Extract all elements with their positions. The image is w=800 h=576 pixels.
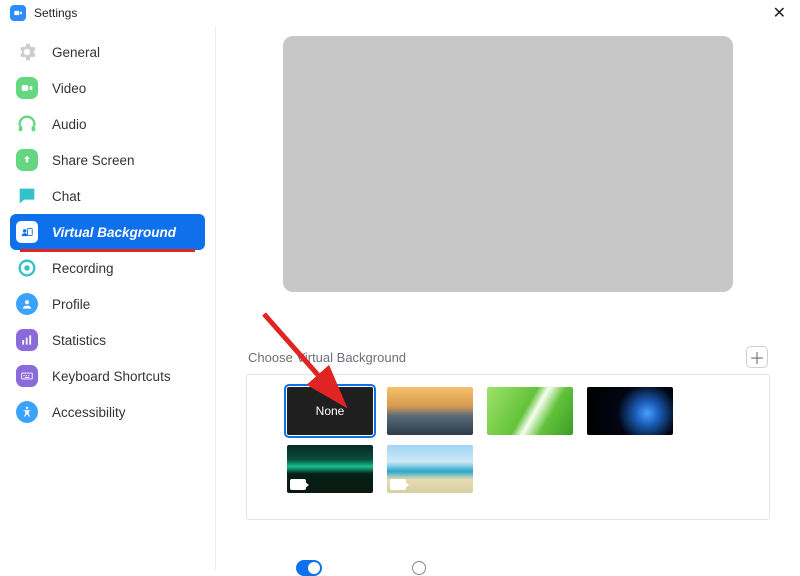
none-label: None	[316, 404, 345, 418]
toggle-switch[interactable]	[296, 560, 322, 576]
gear-icon	[16, 41, 38, 63]
section-title: Choose Virtual Background	[248, 350, 406, 365]
sidebar-item-share-screen[interactable]: Share Screen	[0, 142, 215, 178]
app-icon	[10, 5, 26, 21]
recording-icon	[16, 257, 38, 279]
background-option-grass[interactable]	[487, 387, 573, 435]
plus-icon: ＋	[749, 345, 765, 369]
headphones-icon	[16, 113, 38, 135]
sidebar: General Video Audio Share Screen Chat	[0, 26, 216, 570]
sidebar-item-label: Recording	[52, 261, 114, 276]
accessibility-icon	[16, 401, 38, 423]
sidebar-item-label: Share Screen	[52, 153, 135, 168]
sidebar-item-label: Chat	[52, 189, 81, 204]
section-header-row: Choose Virtual Background ＋	[246, 346, 770, 374]
share-screen-icon	[16, 149, 38, 171]
window-title: Settings	[34, 6, 77, 20]
video-icon	[16, 77, 38, 99]
video-preview	[283, 36, 733, 292]
add-background-button[interactable]: ＋	[746, 346, 768, 368]
background-option-beach[interactable]	[387, 445, 473, 493]
virtual-background-icon	[16, 221, 38, 243]
sidebar-item-audio[interactable]: Audio	[0, 106, 215, 142]
sidebar-item-video[interactable]: Video	[0, 70, 215, 106]
titlebar-left: Settings	[10, 5, 77, 21]
sidebar-item-chat[interactable]: Chat	[0, 178, 215, 214]
bottom-controls	[216, 560, 800, 576]
sidebar-item-keyboard-shortcuts[interactable]: Keyboard Shortcuts	[0, 358, 215, 394]
background-option-aurora[interactable]	[287, 445, 373, 493]
sidebar-item-label: General	[52, 45, 100, 60]
sidebar-item-recording[interactable]: Recording	[0, 250, 215, 286]
titlebar: Settings ✕	[0, 0, 800, 26]
keyboard-icon	[16, 365, 38, 387]
profile-icon	[16, 293, 38, 315]
video-badge-icon	[390, 479, 406, 490]
chat-icon	[16, 185, 38, 207]
background-option-none[interactable]: None	[287, 387, 373, 435]
main: General Video Audio Share Screen Chat	[0, 26, 800, 570]
sidebar-item-label: Keyboard Shortcuts	[52, 369, 171, 384]
close-icon[interactable]: ✕	[769, 3, 790, 23]
sidebar-item-label: Profile	[52, 297, 90, 312]
background-option-earth[interactable]	[587, 387, 673, 435]
radio-option[interactable]	[412, 561, 426, 575]
sidebar-item-label: Statistics	[52, 333, 106, 348]
sidebar-item-label: Accessibility	[52, 405, 126, 420]
statistics-icon	[16, 329, 38, 351]
background-option-bridge[interactable]	[387, 387, 473, 435]
sidebar-item-accessibility[interactable]: Accessibility	[0, 394, 215, 430]
background-row: None	[287, 387, 729, 435]
video-badge-icon	[290, 479, 306, 490]
background-row	[287, 445, 729, 493]
sidebar-item-label: Video	[52, 81, 86, 96]
sidebar-item-statistics[interactable]: Statistics	[0, 322, 215, 358]
sidebar-item-general[interactable]: General	[0, 34, 215, 70]
sidebar-item-profile[interactable]: Profile	[0, 286, 215, 322]
sidebar-item-virtual-background[interactable]: Virtual Background	[10, 214, 205, 250]
sidebar-item-label: Virtual Background	[52, 225, 176, 240]
content-area: Choose Virtual Background ＋ None	[216, 26, 800, 570]
background-grid: None	[246, 374, 770, 520]
sidebar-item-label: Audio	[52, 117, 87, 132]
